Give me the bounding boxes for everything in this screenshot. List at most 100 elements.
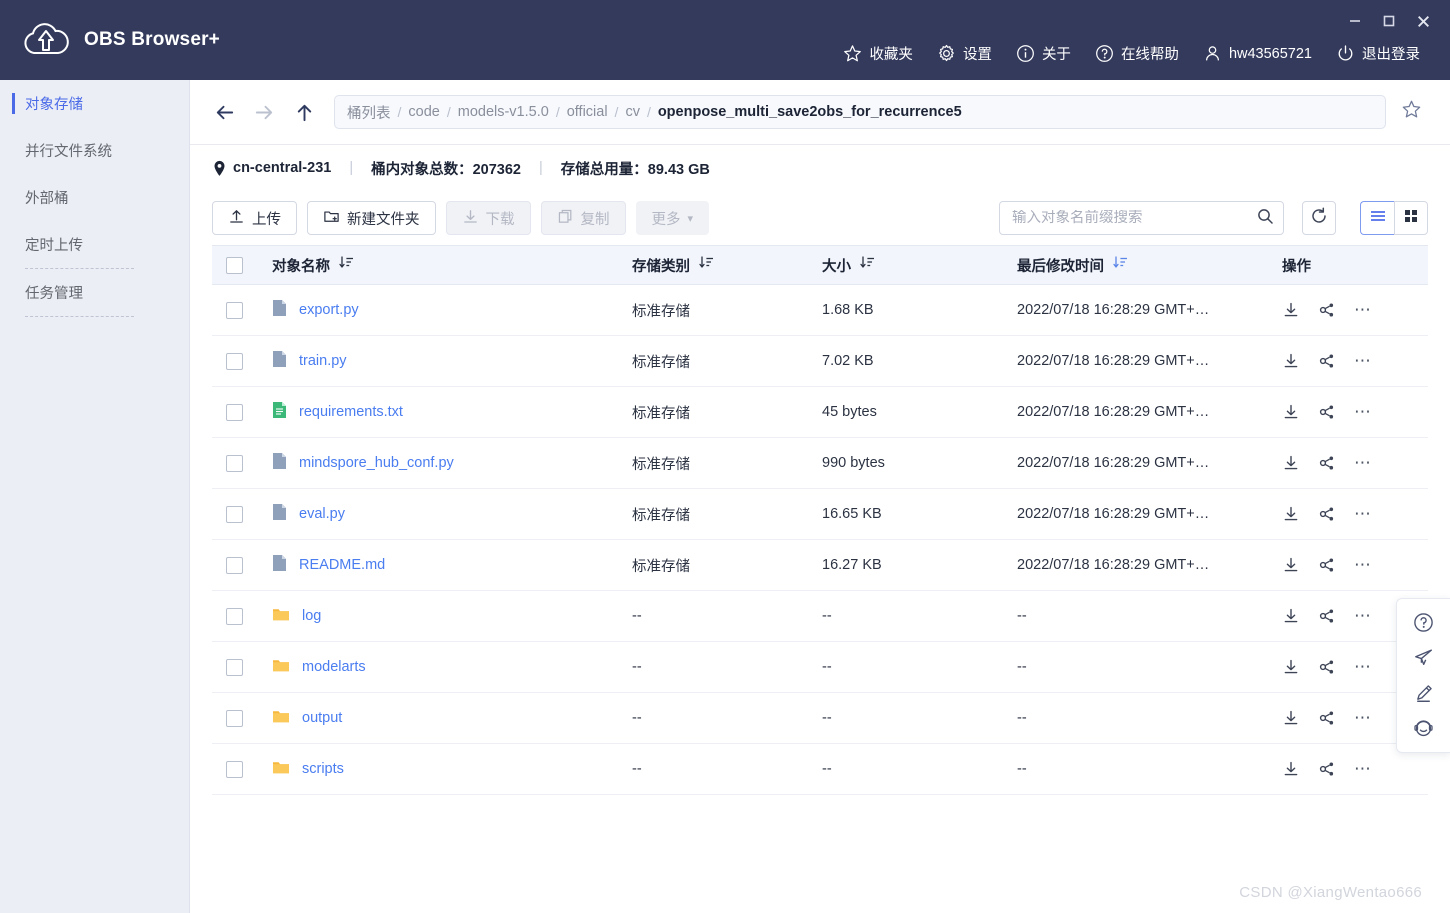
row-share-icon[interactable] xyxy=(1318,505,1336,523)
help-circle-icon[interactable] xyxy=(1407,607,1441,639)
download-button[interactable]: 下载 xyxy=(445,201,531,235)
menu-account[interactable]: hw43565721 xyxy=(1191,41,1324,66)
table-row[interactable]: log -- -- -- ⋯ xyxy=(212,590,1428,642)
sidebar-item-parallel-file-system[interactable]: 并行文件系统 xyxy=(0,127,189,174)
row-more-button[interactable]: ⋯ xyxy=(1354,403,1373,420)
file-name-link[interactable]: mindspore_hub_conf.py xyxy=(299,455,454,471)
row-more-button[interactable]: ⋯ xyxy=(1354,301,1373,318)
back-button[interactable] xyxy=(204,92,244,132)
up-button[interactable] xyxy=(284,92,324,132)
folder-name-link[interactable]: modelarts xyxy=(302,659,366,675)
table-row[interactable]: train.py 标准存储 7.02 KB 2022/07/18 16:28:2… xyxy=(212,335,1428,387)
breadcrumb-item-cv[interactable]: cv xyxy=(625,104,640,120)
search-icon[interactable] xyxy=(1256,207,1274,230)
file-name-link[interactable]: eval.py xyxy=(299,506,345,522)
row-download-icon[interactable] xyxy=(1282,658,1300,676)
row-download-icon[interactable] xyxy=(1282,352,1300,370)
bookmark-button[interactable] xyxy=(1394,95,1428,129)
row-more-button[interactable]: ⋯ xyxy=(1354,658,1373,675)
menu-favorites[interactable]: 收藏夹 xyxy=(831,40,925,67)
row-share-icon[interactable] xyxy=(1318,403,1336,421)
sort-icon[interactable] xyxy=(699,256,714,274)
row-more-button[interactable]: ⋯ xyxy=(1354,760,1373,777)
breadcrumb-item-code[interactable]: code xyxy=(408,104,439,120)
sort-icon[interactable] xyxy=(339,256,354,274)
folder-name-link[interactable]: output xyxy=(302,710,342,726)
sidebar-item-object-storage[interactable]: 对象存储 xyxy=(0,80,189,127)
row-download-icon[interactable] xyxy=(1282,454,1300,472)
column-header-storage-class[interactable]: 存储类别 xyxy=(618,245,808,285)
row-share-icon[interactable] xyxy=(1318,301,1336,319)
row-checkbox[interactable] xyxy=(226,505,243,523)
table-row[interactable]: eval.py 标准存储 16.65 KB 2022/07/18 16:28:2… xyxy=(212,488,1428,540)
row-checkbox[interactable] xyxy=(226,607,243,625)
sort-icon-active[interactable] xyxy=(1113,256,1128,274)
breadcrumb-item-models[interactable]: models-v1.5.0 xyxy=(458,104,549,120)
row-download-icon[interactable] xyxy=(1282,709,1300,727)
sidebar-item-external-bucket[interactable]: 外部桶 xyxy=(0,174,189,221)
row-more-button[interactable]: ⋯ xyxy=(1354,556,1373,573)
row-share-icon[interactable] xyxy=(1318,607,1336,625)
minimize-button[interactable] xyxy=(1340,8,1370,34)
select-all-checkbox[interactable] xyxy=(226,256,243,274)
row-more-button[interactable]: ⋯ xyxy=(1354,454,1373,471)
grid-view-button[interactable] xyxy=(1394,201,1428,235)
row-share-icon[interactable] xyxy=(1318,658,1336,676)
table-row[interactable]: scripts -- -- -- ⋯ xyxy=(212,743,1428,795)
column-header-name[interactable]: 对象名称 xyxy=(258,245,618,285)
table-row[interactable]: export.py 标准存储 1.68 KB 2022/07/18 16:28:… xyxy=(212,284,1428,336)
table-row[interactable]: output -- -- -- ⋯ xyxy=(212,692,1428,744)
row-share-icon[interactable] xyxy=(1318,556,1336,574)
row-download-icon[interactable] xyxy=(1282,556,1300,574)
file-name-link[interactable]: export.py xyxy=(299,302,359,318)
headset-icon[interactable] xyxy=(1407,712,1441,744)
breadcrumb-item-bucket-list[interactable]: 桶列表 xyxy=(347,102,391,123)
row-share-icon[interactable] xyxy=(1318,760,1336,778)
table-row[interactable]: requirements.txt 标准存储 45 bytes 2022/07/1… xyxy=(212,386,1428,438)
menu-about[interactable]: 关于 xyxy=(1004,40,1083,67)
folder-name-link[interactable]: log xyxy=(302,608,321,624)
new-folder-button[interactable]: 新建文件夹 xyxy=(307,201,436,235)
maximize-button[interactable] xyxy=(1374,8,1404,34)
row-checkbox[interactable] xyxy=(226,709,243,727)
search-box[interactable] xyxy=(999,201,1284,235)
search-input[interactable] xyxy=(1012,210,1256,226)
table-row[interactable]: mindspore_hub_conf.py 标准存储 990 bytes 202… xyxy=(212,437,1428,489)
breadcrumb-item-official[interactable]: official xyxy=(567,104,608,120)
sort-icon[interactable] xyxy=(860,256,875,274)
column-header-modified[interactable]: 最后修改时间 xyxy=(1003,245,1268,285)
row-checkbox[interactable] xyxy=(226,454,243,472)
row-checkbox[interactable] xyxy=(226,403,243,421)
row-checkbox[interactable] xyxy=(226,556,243,574)
menu-settings[interactable]: 设置 xyxy=(925,40,1004,67)
row-more-button[interactable]: ⋯ xyxy=(1354,607,1373,624)
file-name-link[interactable]: requirements.txt xyxy=(299,404,403,420)
folder-name-link[interactable]: scripts xyxy=(302,761,344,777)
row-checkbox[interactable] xyxy=(226,352,243,370)
sidebar-item-scheduled-upload[interactable]: 定时上传 xyxy=(0,221,189,268)
paper-plane-icon[interactable] xyxy=(1407,642,1441,674)
row-more-button[interactable]: ⋯ xyxy=(1354,352,1373,369)
upload-button[interactable]: 上传 xyxy=(212,201,297,235)
menu-logout[interactable]: 退出登录 xyxy=(1324,40,1432,67)
row-share-icon[interactable] xyxy=(1318,454,1336,472)
row-download-icon[interactable] xyxy=(1282,760,1300,778)
more-button[interactable]: 更多 ▾ xyxy=(635,201,710,235)
row-checkbox[interactable] xyxy=(226,658,243,676)
row-download-icon[interactable] xyxy=(1282,607,1300,625)
row-more-button[interactable]: ⋯ xyxy=(1354,709,1373,726)
file-name-link[interactable]: README.md xyxy=(299,557,385,573)
list-view-button[interactable] xyxy=(1360,201,1394,235)
file-name-link[interactable]: train.py xyxy=(299,353,347,369)
refresh-button[interactable] xyxy=(1302,201,1336,235)
sidebar-item-task-management[interactable]: 任务管理 xyxy=(0,269,189,316)
row-share-icon[interactable] xyxy=(1318,352,1336,370)
table-row[interactable]: README.md 标准存储 16.27 KB 2022/07/18 16:28… xyxy=(212,539,1428,591)
row-download-icon[interactable] xyxy=(1282,403,1300,421)
forward-button[interactable] xyxy=(244,92,284,132)
row-download-icon[interactable] xyxy=(1282,505,1300,523)
pencil-icon[interactable] xyxy=(1407,677,1441,709)
copy-button[interactable]: 复制 xyxy=(540,201,626,235)
row-more-button[interactable]: ⋯ xyxy=(1354,505,1373,522)
row-checkbox[interactable] xyxy=(226,301,243,319)
